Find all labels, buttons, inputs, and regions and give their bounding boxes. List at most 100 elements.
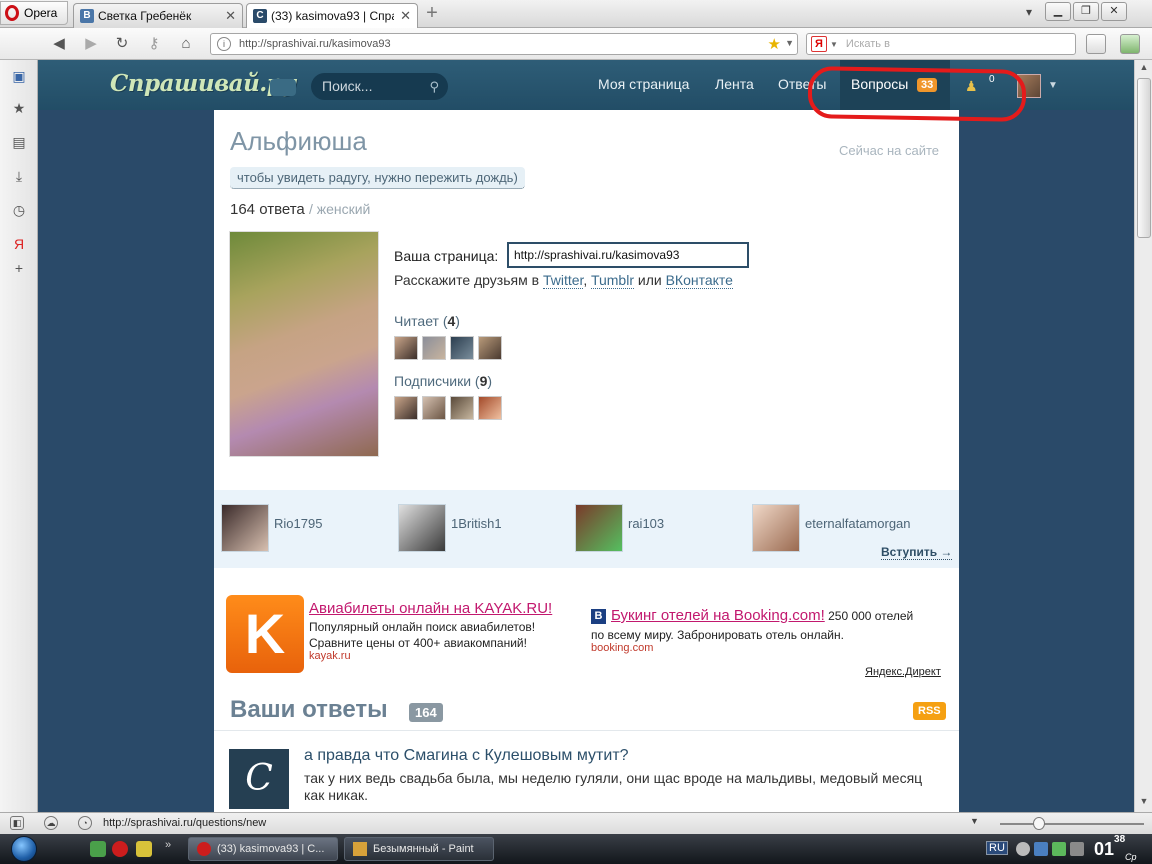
notes-icon[interactable]: ▤ (11, 134, 27, 150)
suggested-user-name[interactable]: 1British1 (451, 516, 502, 531)
taskbar-task-paint[interactable]: Безымянный - Paint (344, 837, 494, 861)
booking-ad-domain[interactable]: booking.com (591, 642, 653, 654)
history-clock-icon[interactable]: ◷ (11, 202, 27, 218)
suggested-user-name[interactable]: eternalfatamorgan (805, 516, 911, 531)
question-title[interactable]: а правда что Смагина с Кулешовым мутит? (304, 747, 629, 765)
follower-avatar[interactable] (450, 396, 474, 420)
answer-text: так у них ведь свадьба была, мы неделю г… (304, 770, 923, 803)
home-icon[interactable]: ⌂ (175, 34, 197, 54)
yandex-search-icon[interactable]: Я (811, 36, 827, 52)
panel-toggle-icon[interactable]: ◧ (10, 816, 24, 830)
page-url-field[interactable]: http://sprashivai.ru/kasimova93 (507, 242, 749, 268)
suggested-avatar[interactable] (752, 504, 800, 552)
suggested-user-name[interactable]: rai103 (628, 516, 664, 531)
user-menu-caret-icon[interactable]: ▼ (1048, 80, 1058, 91)
followers-heading[interactable]: Подписчики (9) (394, 373, 492, 389)
speed-dial-icon[interactable]: ◔ (78, 816, 92, 830)
tab-list-chevron-icon[interactable]: ▾ (1026, 5, 1032, 19)
share-vk-link[interactable]: ВКонтакте (665, 272, 733, 289)
reads-avatar[interactable] (422, 336, 446, 360)
suggested-avatar[interactable] (575, 504, 623, 552)
reads-avatar[interactable] (450, 336, 474, 360)
reads-heading[interactable]: Читает (4) (394, 313, 460, 329)
reads-avatar[interactable] (478, 336, 502, 360)
suggested-user-name[interactable]: Rio1795 (274, 516, 322, 531)
close-tab-icon[interactable]: ✕ (400, 8, 411, 24)
address-field[interactable]: i http://sprashivai.ru/kasimova93 ★ ▼ (210, 33, 798, 55)
turbo-icon[interactable]: ☁ (44, 816, 58, 830)
tray-icon[interactable] (1052, 842, 1066, 856)
quicklaunch-more-icon[interactable]: » (165, 839, 171, 851)
share-tumblr-link[interactable]: Tumblr (590, 272, 634, 289)
minimize-icon[interactable]: ▁ (1045, 2, 1071, 21)
address-dropdown-icon[interactable]: ▼ (785, 38, 794, 48)
close-window-icon[interactable]: ✕ (1101, 2, 1127, 21)
section-divider (214, 730, 959, 731)
quicklaunch-icon[interactable] (136, 841, 152, 857)
bookmark-star-icon[interactable]: ★ (768, 35, 781, 53)
side-panel: ▣ ★ ▤ ⤓ ◷ Я + (0, 60, 38, 812)
restore-icon[interactable]: ❐ (1073, 2, 1099, 21)
add-panel-icon[interactable]: + (11, 260, 27, 276)
tray-icon[interactable] (1016, 842, 1030, 856)
quicklaunch-icon[interactable] (90, 841, 106, 857)
nav-feed[interactable]: Лента (715, 76, 754, 92)
opera-quicklaunch-icon[interactable] (112, 841, 128, 857)
question-avatar[interactable]: C (229, 749, 289, 809)
language-indicator[interactable]: RU (986, 841, 1008, 855)
yandex-panel-icon[interactable]: Я (11, 236, 27, 252)
zoom-dropdown-icon[interactable]: ▼ (970, 816, 979, 826)
network-icon[interactable] (1034, 842, 1048, 856)
suggested-avatar[interactable] (398, 504, 446, 552)
nav-my-page[interactable]: Моя страница (598, 76, 689, 92)
tab-sprashivai[interactable]: С (33) kasimova93 | Спра… ✕ (246, 3, 418, 28)
search-engine-dropdown-icon[interactable]: ▼ (830, 40, 838, 49)
scroll-up-icon[interactable]: ▲ (1137, 62, 1151, 76)
annotation-red-circle (807, 66, 1027, 122)
follower-avatar[interactable] (478, 396, 502, 420)
new-tab-icon[interactable]: + (422, 3, 442, 24)
zoom-slider-knob[interactable] (1033, 817, 1045, 830)
tab-vk[interactable]: В Светка Гребенёк ✕ (73, 3, 243, 28)
reads-avatar[interactable] (394, 336, 418, 360)
kayak-ad-domain[interactable]: kayak.ru (309, 650, 351, 662)
clock[interactable]: 0138 (1094, 834, 1125, 860)
volume-icon[interactable] (1070, 842, 1084, 856)
favorites-star-icon[interactable]: ★ (11, 100, 27, 116)
booking-ad-link[interactable]: Букинг отелей на Booking.com! (611, 607, 825, 624)
search-icon[interactable]: ⚲ (429, 73, 439, 100)
profile-photo[interactable] (229, 231, 379, 457)
share-twitter-link[interactable]: Twitter (542, 272, 584, 289)
downloads-icon[interactable]: ⤓ (11, 168, 27, 184)
scroll-down-icon[interactable]: ▼ (1137, 796, 1151, 810)
page-scrollbar[interactable]: ▲ ▼ (1134, 60, 1152, 812)
forward-icon[interactable]: ▶ (80, 34, 102, 54)
suggested-avatar[interactable] (221, 504, 269, 552)
reload-icon[interactable]: ↻ (111, 34, 133, 54)
back-icon[interactable]: ◀ (48, 34, 70, 54)
suggested-users: Rio1795 1British1 rai103 eternalfatamorg… (214, 490, 959, 568)
rss-button[interactable]: RSS (913, 702, 946, 720)
browser-search-field[interactable]: Я ▼ Искать в (806, 33, 1076, 55)
follower-avatar[interactable] (394, 396, 418, 420)
site-info-icon[interactable]: i (217, 37, 231, 51)
bookmarks-panel-icon[interactable]: ▣ (11, 68, 27, 84)
kayak-ad-link[interactable]: Авиабилеты онлайн на KAYAK.RU! (309, 600, 552, 617)
kayak-ad-line2: Сравните цены от 400+ авиакомпаний! (309, 636, 527, 650)
opera-menu-button[interactable]: Opera (0, 1, 68, 25)
join-link[interactable]: Вступить → (881, 545, 953, 560)
page-icon[interactable] (1086, 34, 1106, 54)
mail-icon[interactable] (1120, 34, 1140, 54)
close-tab-icon[interactable]: ✕ (225, 8, 236, 24)
key-icon[interactable]: ⚷ (143, 34, 165, 54)
menu-icon[interactable] (270, 79, 296, 96)
site-search-input[interactable]: Поиск... ⚲ (311, 73, 448, 100)
follower-avatar[interactable] (422, 396, 446, 420)
yandex-direct-link[interactable]: Яндекс.Директ (865, 666, 941, 678)
start-button[interactable] (0, 834, 48, 864)
kayak-logo[interactable]: K (226, 595, 304, 673)
taskbar-task-opera[interactable]: (33) kasimova93 | С... (188, 837, 338, 861)
scroll-thumb[interactable] (1137, 78, 1151, 238)
site-logo[interactable]: Спрашивай.ру (110, 70, 296, 97)
zoom-slider-track[interactable] (1000, 823, 1144, 825)
